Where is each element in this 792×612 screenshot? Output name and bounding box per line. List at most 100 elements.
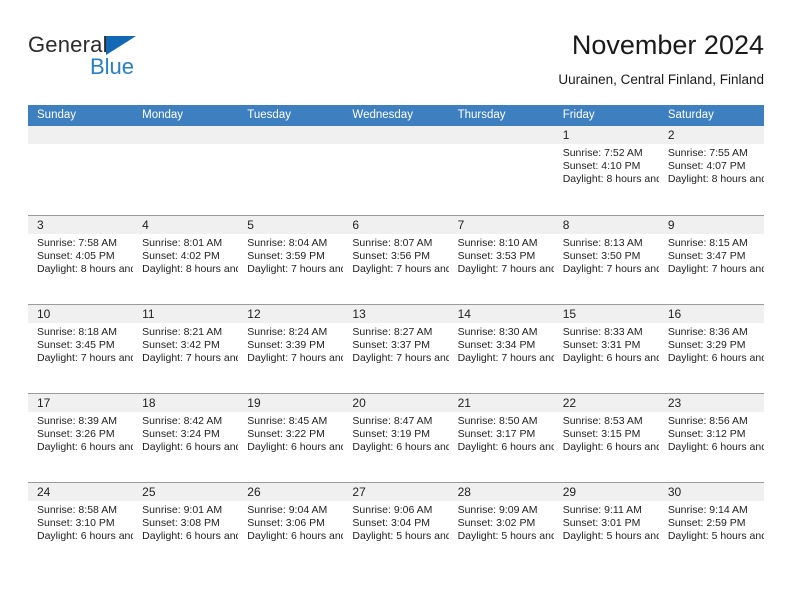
daylight-text: Daylight: 7 hours and 37 minutes.	[562, 263, 659, 276]
day-number-band: 12	[238, 305, 344, 323]
day-number: 12	[247, 307, 261, 321]
calendar-day-cell[interactable]: 30 Sunrise: 9:14 AM Sunset: 2:59 PM Dayligh…	[658, 483, 764, 571]
calendar-day-cell[interactable]: 21 Sunrise: 8:50 AM Sunset: 3:17 PM Dayligh…	[448, 394, 554, 482]
day-number: 14	[457, 307, 471, 321]
calendar-day-cell[interactable]: 15 Sunrise: 8:33 AM Sunset: 3:31 PM Dayligh…	[553, 305, 659, 393]
sunrise-text: Sunrise: 8:56 AM	[667, 415, 748, 427]
daylight-text: Daylight: 7 hours and 9 minutes.	[352, 352, 448, 365]
calendar-day-cell[interactable]: 19 Sunrise: 8:45 AM Sunset: 3:22 PM Dayligh…	[238, 394, 344, 482]
daylight-text: Daylight: 6 hours and 58 minutes.	[562, 352, 659, 365]
daylight-text: Daylight: 7 hours and 54 minutes.	[247, 263, 343, 276]
sunrise-text: Sunrise: 8:27 AM	[352, 326, 433, 338]
calendar-day-cell[interactable]: 1 Sunrise: 7:52 AM Sunset: 4:10 PM Daylight…	[553, 126, 659, 215]
daylight-text: Daylight: 6 hours and 53 minutes.	[667, 352, 764, 365]
sunset-text: Sunset: 3:15 PM	[562, 428, 641, 441]
daylight-text: Daylight: 7 hours and 20 minutes.	[142, 352, 238, 365]
day-number: 20	[352, 396, 366, 410]
calendar-day-cell[interactable]: 29 Sunrise: 9:11 AM Sunset: 3:01 PM Dayligh…	[553, 483, 659, 571]
weekday-header-row: Sunday Monday Tuesday Wednesday Thursday…	[28, 105, 764, 126]
day-number: 21	[457, 396, 471, 410]
day-number-band: 22	[553, 394, 659, 412]
day-number-band: 3	[28, 216, 134, 234]
day-sun-info: Sunrise: 8:50 AM Sunset: 3:17 PM Daylight:…	[449, 412, 554, 455]
day-number-band: 7	[448, 216, 554, 234]
day-number-band	[343, 126, 449, 144]
sunset-text: Sunset: 3:34 PM	[457, 339, 536, 352]
day-number: 15	[562, 307, 577, 321]
calendar-day-cell[interactable]: 11 Sunrise: 8:21 AM Sunset: 3:42 PM Dayligh…	[133, 305, 239, 393]
calendar-day-cell[interactable]: 24 Sunrise: 8:58 AM Sunset: 3:10 PM Dayligh…	[28, 483, 134, 571]
day-number: 22	[562, 396, 577, 410]
day-number-band: 15	[553, 305, 659, 323]
calendar-day-cell[interactable]: 25 Sunrise: 9:01 AM Sunset: 3:08 PM Dayligh…	[133, 483, 239, 571]
daylight-text: Daylight: 8 hours and 0 minutes.	[142, 263, 238, 276]
calendar-day-cell[interactable]: 17 Sunrise: 8:39 AM Sunset: 3:26 PM Dayligh…	[28, 394, 134, 482]
calendar-day-cell[interactable]: 20 Sunrise: 8:47 AM Sunset: 3:19 PM Dayligh…	[343, 394, 449, 482]
calendar-day-cell[interactable]: 23 Sunrise: 8:56 AM Sunset: 3:12 PM Dayligh…	[658, 394, 764, 482]
calendar-day-cell[interactable]: 28 Sunrise: 9:09 AM Sunset: 3:02 PM Dayligh…	[448, 483, 554, 571]
daylight-text: Daylight: 5 hours and 49 minutes.	[562, 530, 659, 543]
calendar-day-cell[interactable]: 6 Sunrise: 8:07 AM Sunset: 3:56 PM Daylight…	[343, 216, 449, 304]
sunrise-text: Sunrise: 8:01 AM	[142, 237, 223, 249]
day-sun-info: Sunrise: 8:01 AM Sunset: 4:02 PM Daylight:…	[133, 234, 238, 277]
calendar-day-cell[interactable]: 22 Sunrise: 8:53 AM Sunset: 3:15 PM Dayligh…	[553, 394, 659, 482]
day-number: 28	[457, 485, 471, 499]
day-number-band	[133, 126, 239, 144]
calendar-day-cell[interactable]: 9 Sunrise: 8:15 AM Sunset: 3:47 PM Daylight…	[658, 216, 764, 304]
daylight-text: Daylight: 7 hours and 49 minutes.	[352, 263, 448, 276]
sunrise-text: Sunrise: 8:30 AM	[457, 326, 538, 338]
calendar-day-cell[interactable]: 4 Sunrise: 8:01 AM Sunset: 4:02 PM Daylight…	[133, 216, 239, 304]
day-number: 18	[142, 396, 156, 410]
day-number-band: 29	[553, 483, 659, 501]
sunset-text: Sunset: 3:42 PM	[142, 339, 220, 352]
sunset-text: Sunset: 3:08 PM	[142, 517, 220, 530]
calendar-day-cell[interactable]: 2 Sunrise: 7:55 AM Sunset: 4:07 PM Daylight…	[658, 126, 764, 215]
day-number-band: 4	[133, 216, 239, 234]
sunrise-text: Sunrise: 8:45 AM	[247, 415, 328, 427]
calendar-day-cell[interactable]: 12 Sunrise: 8:24 AM Sunset: 3:39 PM Dayligh…	[238, 305, 344, 393]
calendar-day-cell[interactable]: 16 Sunrise: 8:36 AM Sunset: 3:29 PM Dayligh…	[658, 305, 764, 393]
day-sun-info: Sunrise: 9:09 AM Sunset: 3:02 PM Daylight:…	[449, 501, 554, 544]
calendar-day-cell[interactable]: 26 Sunrise: 9:04 AM Sunset: 3:06 PM Dayligh…	[238, 483, 344, 571]
daylight-text: Daylight: 8 hours and 12 minutes.	[667, 173, 764, 186]
day-sun-info: Sunrise: 8:04 AM Sunset: 3:59 PM Daylight:…	[238, 234, 343, 277]
calendar-day-cell[interactable]: 14 Sunrise: 8:30 AM Sunset: 3:34 PM Dayligh…	[448, 305, 554, 393]
daylight-text: Daylight: 6 hours and 31 minutes.	[352, 441, 448, 454]
daylight-text: Daylight: 8 hours and 6 minutes.	[37, 263, 133, 276]
day-number: 23	[667, 396, 682, 410]
calendar-day-cell[interactable]: 3 Sunrise: 7:58 AM Sunset: 4:05 PM Daylight…	[28, 216, 134, 304]
sunrise-text: Sunrise: 8:07 AM	[352, 237, 433, 249]
sunset-text: Sunset: 4:05 PM	[37, 250, 115, 263]
weekday-header-monday: Monday	[142, 109, 184, 121]
calendar-day-cell[interactable]: 7 Sunrise: 8:10 AM Sunset: 3:53 PM Daylight…	[448, 216, 554, 304]
calendar-day-cell[interactable]: 27 Sunrise: 9:06 AM Sunset: 3:04 PM Dayligh…	[343, 483, 449, 571]
sunrise-text: Sunrise: 8:10 AM	[457, 237, 538, 249]
day-number-band: 18	[133, 394, 239, 412]
calendar-day-cell[interactable]: 5 Sunrise: 8:04 AM Sunset: 3:59 PM Daylight…	[238, 216, 344, 304]
day-sun-info: Sunrise: 8:18 AM Sunset: 3:45 PM Daylight:…	[28, 323, 133, 366]
day-number-band: 19	[238, 394, 344, 412]
calendar-day-cell[interactable]: 8 Sunrise: 8:13 AM Sunset: 3:50 PM Daylight…	[553, 216, 659, 304]
day-number-band: 21	[448, 394, 554, 412]
daylight-text: Daylight: 6 hours and 26 minutes.	[457, 441, 554, 454]
day-number: 11	[142, 307, 155, 321]
sunset-text: Sunset: 3:53 PM	[457, 250, 536, 263]
daylight-text: Daylight: 5 hours and 53 minutes.	[457, 530, 554, 543]
calendar-day-cell-empty	[133, 126, 239, 215]
daylight-text: Daylight: 8 hours and 18 minutes.	[562, 173, 659, 186]
calendar-week-row: 10 Sunrise: 8:18 AM Sunset: 3:45 PM Dayligh…	[28, 304, 764, 393]
sunrise-text: Sunrise: 9:14 AM	[667, 504, 748, 516]
logo-text-blue: Blue	[90, 54, 135, 79]
day-sun-info: Sunrise: 8:27 AM Sunset: 3:37 PM Daylight:…	[343, 323, 448, 366]
day-number: 6	[352, 218, 360, 232]
sunset-text: Sunset: 3:19 PM	[352, 428, 431, 441]
weekday-header-saturday: Saturday	[667, 109, 714, 121]
day-number-band: 20	[343, 394, 449, 412]
calendar-day-cell[interactable]: 13 Sunrise: 8:27 AM Sunset: 3:37 PM Dayligh…	[343, 305, 449, 393]
day-sun-info: Sunrise: 8:33 AM Sunset: 3:31 PM Daylight:…	[554, 323, 659, 366]
calendar-day-cell[interactable]: 18 Sunrise: 8:42 AM Sunset: 3:24 PM Dayligh…	[133, 394, 239, 482]
sunset-text: Sunset: 3:29 PM	[667, 339, 746, 352]
calendar-day-cell[interactable]: 10 Sunrise: 8:18 AM Sunset: 3:45 PM Dayligh…	[28, 305, 134, 393]
day-number-band: 2	[658, 126, 764, 144]
day-number-band: 28	[448, 483, 554, 501]
